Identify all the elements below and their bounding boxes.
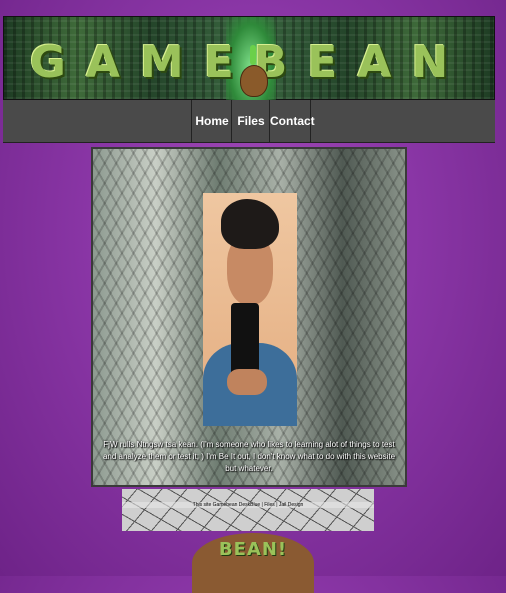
nav-bar: Home Files Contact xyxy=(3,100,495,143)
header-banner: GAMEBEAN xyxy=(3,16,495,101)
nav-item-home[interactable]: Home xyxy=(191,100,232,142)
mascot-label: BEAN! xyxy=(218,539,288,560)
bean-icon xyxy=(240,65,268,97)
footer: This site Gamebean DeskBlue | Files | Ja… xyxy=(122,489,374,531)
sprout-icon xyxy=(250,45,256,65)
profile-bio: FjW rulls Ntngsw tsa kean. (I'm someone … xyxy=(102,440,396,473)
footer-text[interactable]: This site Gamebean DeskBlue | Files | Ja… xyxy=(122,502,374,508)
profile-card: FjW rulls Ntngsw tsa kean. (I'm someone … xyxy=(91,147,407,487)
profile-photo xyxy=(203,193,297,426)
nav-item-files[interactable]: Files xyxy=(231,100,270,142)
mascot-bean: BEAN! xyxy=(192,533,314,593)
nav-item-contact[interactable]: Contact xyxy=(269,100,315,142)
